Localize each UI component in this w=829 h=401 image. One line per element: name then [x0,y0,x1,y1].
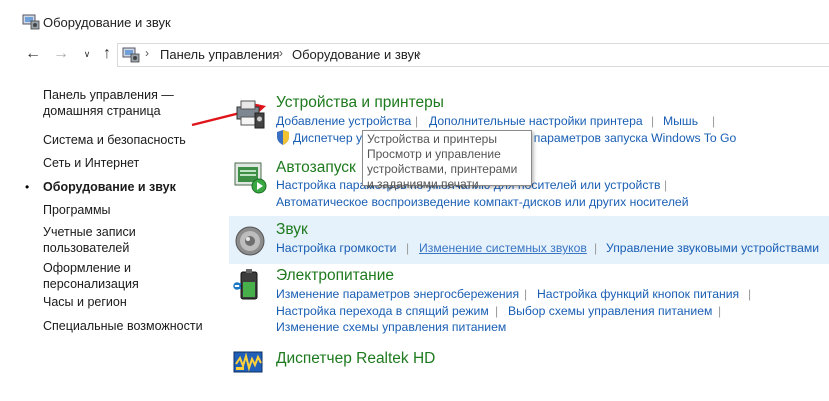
link-choose-plan[interactable]: Выбор схемы управления питанием [508,304,712,318]
link-divider: | [524,287,528,301]
sidebar-item-accessibility[interactable]: Специальные возможности [43,318,203,334]
link-add-device[interactable]: Добавление устройства [276,114,411,128]
link-divider: | [664,178,668,192]
link-divider: | [712,114,716,128]
tooltip-title: Устройства и принтеры [367,132,497,146]
tooltip-body: Просмотр и управление устройствами, прин… [367,147,518,191]
breadcrumb-hardware-sound[interactable]: Оборудование и звук [292,47,420,62]
battery-power-icon [233,269,258,300]
sidebar-item-hardware-sound[interactable]: Оборудование и звук [43,179,176,195]
up-arrow-icon[interactable]: ↑ [98,45,116,63]
sidebar-item-system-security[interactable]: Система и безопасность [43,132,186,148]
control-panel-icon [22,14,40,30]
sidebar-item-programs[interactable]: Программы [43,202,111,218]
breadcrumb-separator-icon: › [145,46,149,60]
link-power-saving[interactable]: Изменение параметров энергосбережения [276,287,519,301]
sidebar-item-clock-region[interactable]: Часы и регион [43,294,127,310]
forward-arrow-icon[interactable]: → [52,45,70,63]
active-bullet-icon: • [25,180,30,194]
link-printer-settings[interactable]: Дополнительные настройки принтера [429,114,643,128]
control-panel-icon [122,47,140,63]
breadcrumb-separator-icon: › [417,46,421,60]
link-volume[interactable]: Настройка громкости [276,241,397,255]
link-mouse[interactable]: Мышь [663,114,698,128]
link-divider: | [406,241,410,255]
link-edit-plan[interactable]: Изменение схемы управления питанием [276,320,506,334]
link-power-buttons[interactable]: Настройка функций кнопок питания [537,287,739,301]
category-power[interactable]: Электропитание [276,267,394,285]
speaker-icon [235,226,265,256]
realtek-audio-icon [233,351,263,373]
chevron-down-icon[interactable]: ∨ [78,45,96,63]
autoplay-icon [234,162,267,194]
category-autoplay[interactable]: Автозапуск [276,159,356,177]
link-divider: | [495,304,499,318]
sidebar-item-appearance[interactable]: Оформление и персонализация [43,260,139,292]
window-title: Оборудование и звук [43,15,171,30]
link-divider: | [594,241,598,255]
breadcrumb-separator-icon: › [279,46,283,60]
category-devices-printers[interactable]: Устройства и принтеры [276,94,444,112]
link-autoplay-cd[interactable]: Автоматическое воспроизведение компакт-д… [276,195,689,209]
sidebar-item-home[interactable]: Панель управления — домашняя страница [43,87,174,119]
link-divider: | [651,114,655,128]
tooltip: Устройства и принтеры Просмотр и управле… [362,130,532,191]
sound-hover-highlight [229,216,829,264]
link-divider: | [718,304,722,318]
link-sound-devices[interactable]: Управление звуковыми устройствами [606,241,819,255]
sidebar-item-user-accounts[interactable]: Учетные записи пользователей [43,224,136,256]
sidebar-item-network[interactable]: Сеть и Интернет [43,155,139,171]
link-system-sounds[interactable]: Изменение системных звуков [419,241,587,255]
breadcrumb-control-panel[interactable]: Панель управления [160,47,279,62]
back-arrow-icon[interactable]: ← [24,45,42,63]
category-sound[interactable]: Звук [276,221,308,239]
link-divider: | [748,287,752,301]
devices-printers-icon [236,100,265,129]
category-realtek[interactable]: Диспетчер Realtek HD [276,350,435,368]
shield-icon [277,130,289,145]
link-divider: | [415,114,419,128]
link-sleep-settings[interactable]: Настройка перехода в спящий режим [276,304,489,318]
